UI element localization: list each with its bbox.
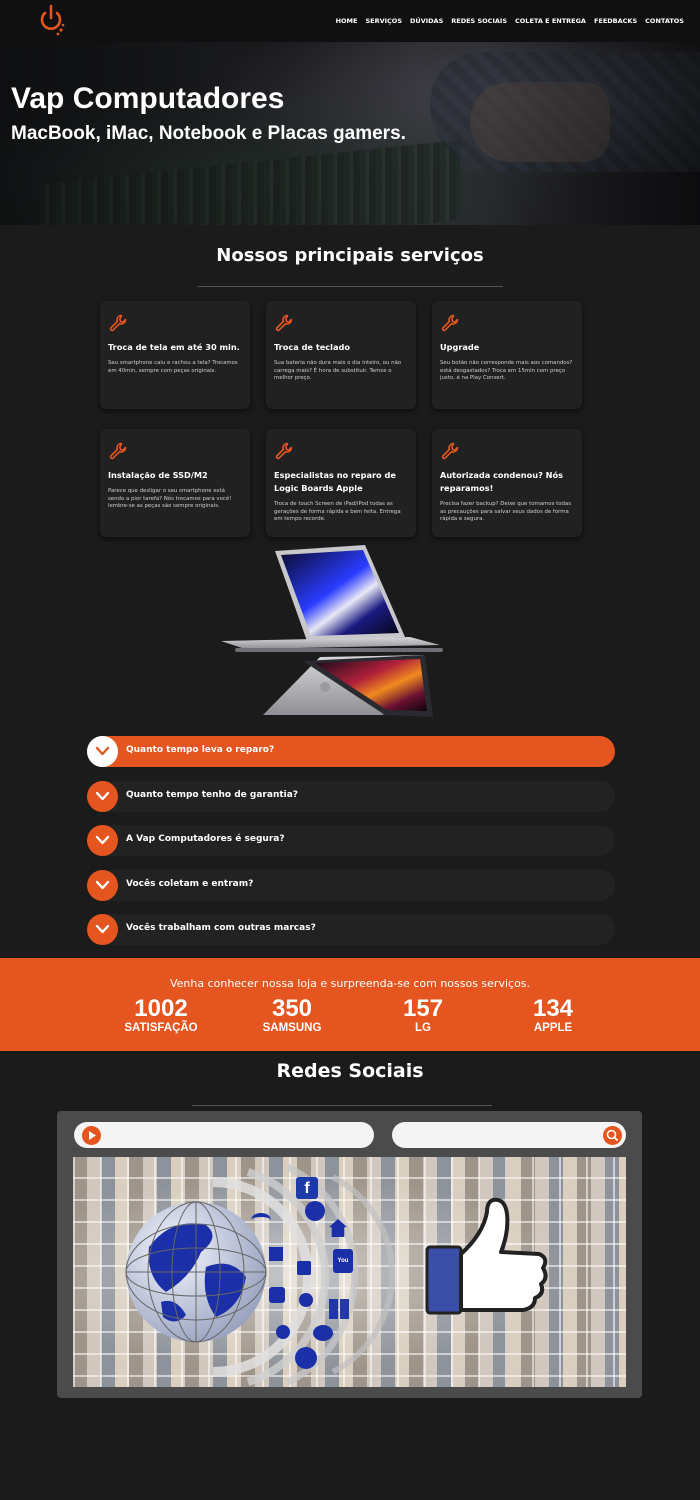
service-description: Troca de touch Screen de iPad/iPod todas… <box>274 501 401 522</box>
play-icon[interactable] <box>82 1126 101 1145</box>
stat-label: SATISFAÇÃO <box>124 1022 198 1034</box>
stat-label: APPLE <box>533 1022 573 1034</box>
service-title: Especialistas no reparo de Logic Boards … <box>274 470 396 493</box>
service-description: Parece que desligar o seu smartphone est… <box>108 488 232 509</box>
stat-label: LG <box>415 1022 431 1034</box>
search-icon[interactable] <box>603 1126 622 1145</box>
nav-home[interactable]: HOME <box>336 17 358 25</box>
service-card: Troca de tela em até 30 min. Seu smartpho… <box>100 301 250 409</box>
wrench-icon <box>441 314 459 332</box>
service-description: Seu botão não corresponde mais aos coman… <box>440 360 573 381</box>
main-menu: HOME SERVIÇOS DÚVIDAS REDES SOCIAIS COLE… <box>336 17 684 25</box>
social-media-illustration: f You <box>57 1111 642 1398</box>
wifi-icon <box>251 1213 271 1227</box>
faq-question: Vocês trabalham com outras marcas? <box>126 923 316 933</box>
service-card: Especialistas no reparo de Logic Boards … <box>266 429 416 537</box>
service-title: Troca de tela em até 30 min. <box>108 342 240 352</box>
service-card: Instalação de SSD/M2 Parece que desligar … <box>100 429 250 537</box>
faq-item[interactable]: A Vap Computadores é segura? <box>87 825 615 856</box>
services-divider <box>198 286 503 287</box>
stat-samsung: 350 SAMSUNG <box>232 996 352 1035</box>
service-description: Seu smartphone caiu e rachou a tela? Tro… <box>108 360 238 374</box>
faq-question: Quanto tempo leva o reparo? <box>126 745 275 755</box>
chat-icon <box>313 1325 333 1341</box>
faq-item[interactable]: Quanto tempo tenho de garantia? <box>87 781 615 812</box>
hero-subtitle: MacBook, iMac, Notebook e Placas gamers. <box>11 123 406 144</box>
phone-icon <box>276 1325 290 1339</box>
social-heading: Redes Sociais <box>276 1060 424 1082</box>
faq-question: Vocês coletam e entram? <box>126 879 254 889</box>
faq-item[interactable]: Quanto tempo leva o reparo? <box>87 736 615 767</box>
stat-number: 134 <box>532 995 574 1022</box>
wrench-icon <box>109 442 127 460</box>
wrench-icon <box>275 314 293 332</box>
twitter-icon <box>295 1347 317 1369</box>
faces-collage-image: f You <box>73 1157 626 1387</box>
macbook-image <box>221 545 443 717</box>
service-card: Autorizada condenou? Nós reparamos! Preci… <box>432 429 582 537</box>
service-title: Troca de teclado <box>274 342 350 352</box>
stats-band: Venha conhecer nossa loja e surpreenda-s… <box>0 958 700 1051</box>
chevron-down-icon[interactable] <box>87 914 118 945</box>
service-card: Troca de teclado Sua bateria não dura mai… <box>266 301 416 409</box>
nav-redes-sociais[interactable]: REDES SOCIAIS <box>451 17 507 25</box>
service-title: Autorizada condenou? Nós reparamos! <box>440 470 564 493</box>
video-bar <box>74 1122 374 1148</box>
wrench-icon <box>275 442 293 460</box>
social-divider <box>192 1105 492 1106</box>
stat-satisfacao: 1002 SATISFAÇÃO <box>101 996 221 1035</box>
faq-item[interactable]: Vocês trabalham com outras marcas? <box>87 914 615 945</box>
chevron-down-icon[interactable] <box>87 825 118 856</box>
globe-icon <box>125 1201 267 1343</box>
stats-tagline: Venha conhecer nossa loja e surpreenda-s… <box>169 977 531 990</box>
service-description: Sua bateria não dura mais o dia inteiro,… <box>274 360 402 381</box>
stat-number: 157 <box>402 995 444 1022</box>
service-title: Upgrade <box>440 342 480 352</box>
nav-servicos[interactable]: SERVIÇOS <box>365 17 402 25</box>
nav-feedbacks[interactable]: FEEDBACKS <box>594 17 637 25</box>
hero-title: Vap Computadores <box>11 82 285 115</box>
youtube-icon: You <box>333 1249 353 1273</box>
wrench-icon <box>109 314 127 332</box>
faq-question: Quanto tempo tenho de garantia? <box>126 790 299 800</box>
nav-coleta-e-entrega[interactable]: COLETA E ENTREGA <box>515 17 586 25</box>
service-card: Upgrade Seu botão não corresponde mais ao… <box>432 301 582 409</box>
stat-lg: 157 LG <box>363 996 483 1035</box>
top-navbar: HOME SERVIÇOS DÚVIDAS REDES SOCIAIS COLE… <box>0 0 700 42</box>
faq-question: A Vap Computadores é segura? <box>126 834 285 844</box>
stat-number: 350 <box>271 995 313 1022</box>
windows-icon <box>329 1299 349 1319</box>
stat-apple: 134 APPLE <box>493 996 613 1035</box>
thumbs-up-icon <box>425 1197 548 1315</box>
nav-duvidas[interactable]: DÚVIDAS <box>410 17 443 25</box>
hero-banner: Vap Computadores MacBook, iMac, Notebook… <box>0 42 700 225</box>
chevron-down-icon[interactable] <box>87 736 118 767</box>
stat-number: 1002 <box>134 995 188 1022</box>
services-heading: Nossos principais serviços <box>216 245 484 266</box>
facebook-icon: f <box>296 1177 318 1199</box>
service-description: Precisa fazer backup? Deixe que tomamos … <box>440 501 572 522</box>
nav-contatos[interactable]: CONTATOS <box>645 17 684 25</box>
stat-label: SAMSUNG <box>262 1022 322 1034</box>
chevron-down-icon[interactable] <box>87 781 118 812</box>
power-logo-icon[interactable] <box>36 4 66 36</box>
wrench-icon <box>441 442 459 460</box>
chevron-down-icon[interactable] <box>87 870 118 901</box>
service-title: Instalação de SSD/M2 <box>108 470 208 480</box>
faq-item[interactable]: Vocês coletam e entram? <box>87 870 615 901</box>
search-bar <box>392 1122 626 1148</box>
